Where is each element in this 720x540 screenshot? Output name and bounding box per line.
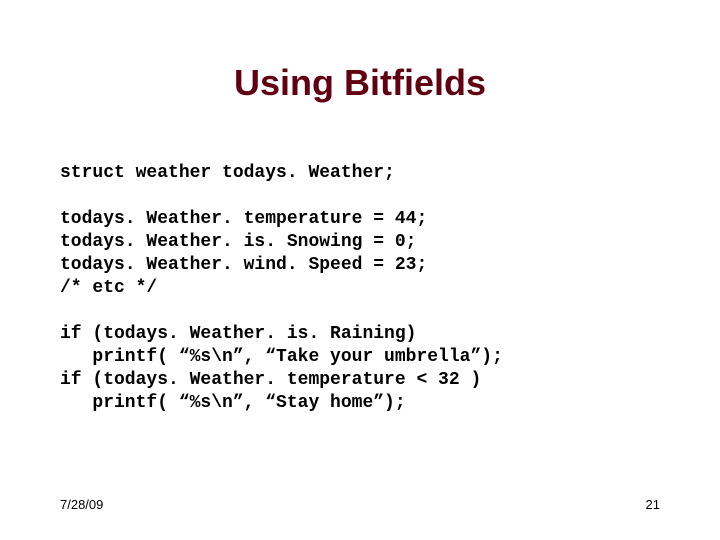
slide-title: Using Bitfields bbox=[0, 62, 720, 104]
slide: Using Bitfields struct weather todays. W… bbox=[0, 0, 720, 540]
footer-date: 7/28/09 bbox=[60, 497, 103, 512]
code-block: struct weather todays. Weather; todays. … bbox=[60, 162, 660, 415]
page-number: 21 bbox=[646, 497, 660, 512]
